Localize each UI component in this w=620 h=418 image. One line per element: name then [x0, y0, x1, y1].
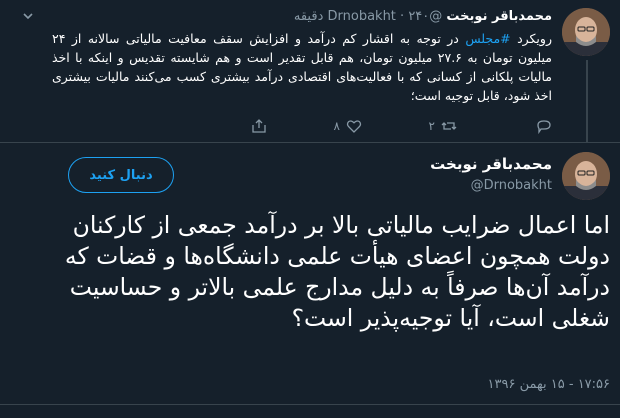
parent-separator: · [400, 9, 405, 24]
heart-icon [346, 120, 362, 133]
follow-button[interactable]: دنبال کنید [68, 157, 174, 193]
hashtag-link[interactable]: #مجلس [465, 31, 510, 46]
reply-icon [537, 120, 551, 134]
parent-text-lead: رویکرد [510, 31, 552, 46]
parent-header: محمدباقر نوبخت @Drnobakht · ۲۴۰ دقیقه [294, 9, 552, 24]
parent-actions: ۲ ۸ [72, 118, 552, 134]
portrait-icon [562, 8, 610, 56]
parent-tweet-text: رویکرد #مجلس در توجه به اقشار کم درآمد و… [52, 29, 552, 105]
main-display-name[interactable]: محمدباقر نوبخت [430, 155, 552, 173]
tweet-timestamp[interactable]: ۱۷:۵۶ - ۱۵ بهمن ۱۳۹۶ [488, 377, 610, 392]
parent-tweet[interactable]: محمدباقر نوبخت @Drnobakht · ۲۴۰ دقیقه رو… [0, 0, 620, 143]
thread-connector [586, 60, 588, 142]
share-icon [252, 119, 266, 133]
like-action[interactable]: ۸ [267, 118, 362, 134]
divider [0, 404, 620, 405]
retweet-count: ۲ [428, 119, 435, 133]
portrait-icon [562, 152, 610, 200]
parent-avatar[interactable] [562, 8, 610, 56]
reply-action[interactable] [457, 118, 552, 134]
main-avatar[interactable] [562, 152, 610, 200]
main-handle[interactable]: @Drnobakht [471, 178, 552, 193]
retweet-action[interactable]: ۲ [362, 118, 457, 134]
parent-display-name[interactable]: محمدباقر نوبخت [446, 9, 552, 24]
share-action[interactable] [172, 118, 267, 134]
retweet-icon [441, 122, 457, 130]
like-count: ۸ [333, 119, 340, 133]
main-tweet-text: اما اعمال ضرایب مالیاتی بالا بر درآمد جم… [64, 211, 610, 332]
chevron-down-icon[interactable] [22, 10, 34, 22]
